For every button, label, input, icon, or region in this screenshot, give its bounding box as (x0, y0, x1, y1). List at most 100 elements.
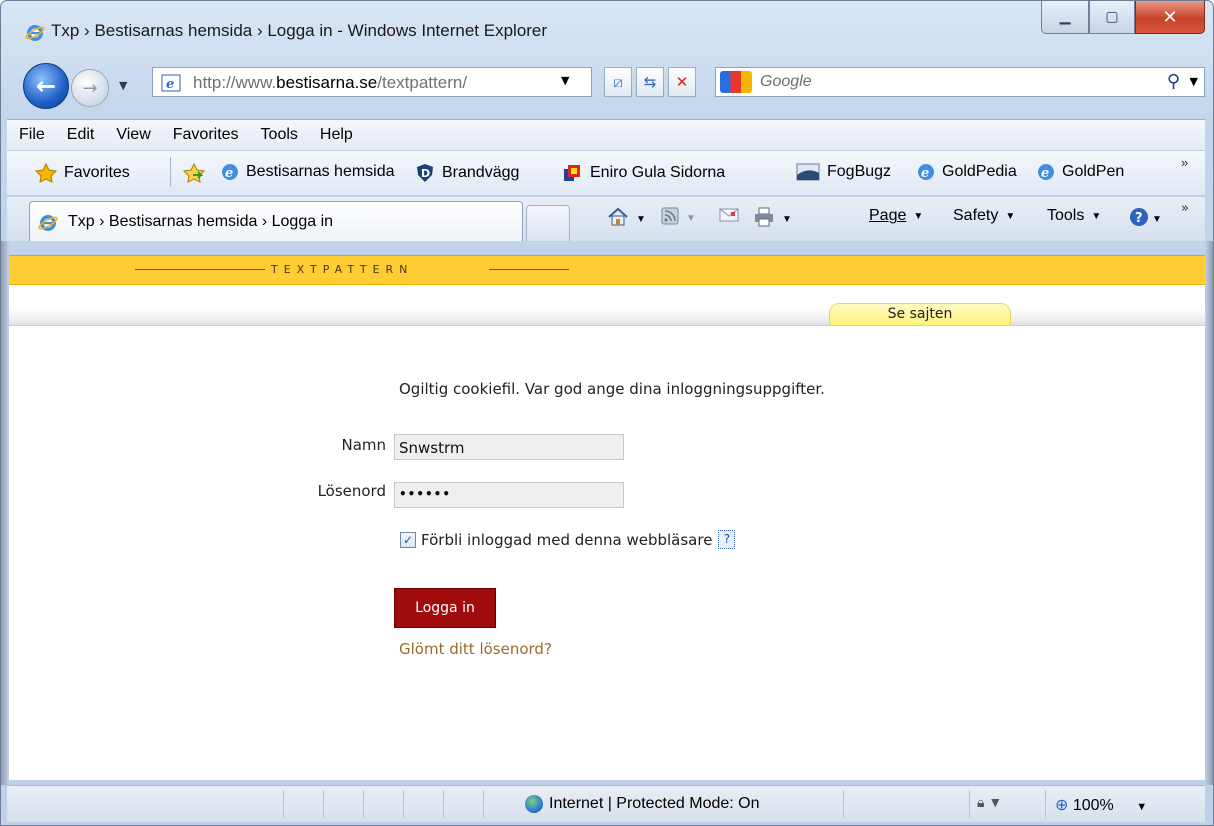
remember-me-checkbox[interactable]: ✓ (400, 531, 416, 548)
stop-button[interactable]: ✕ (668, 67, 696, 97)
status-divider (443, 790, 444, 818)
star-icon (35, 163, 57, 183)
new-tab-button[interactable] (526, 205, 570, 241)
svg-text:D: D (421, 167, 430, 180)
svg-text:e: e (921, 166, 929, 181)
window-title: Txp › Bestisarnas hemsida › Logga in - W… (51, 21, 548, 40)
mail-icon (719, 207, 739, 228)
back-button[interactable]: ← (23, 63, 69, 109)
minimize-button[interactable]: ▁ (1041, 1, 1089, 34)
title-bar: Txp › Bestisarnas hemsida › Logga in - W… (1, 1, 1213, 57)
login-button[interactable]: Logga in (394, 588, 496, 628)
shield-icon: D (415, 163, 435, 183)
read-mail-button[interactable] (719, 207, 739, 228)
status-divider (323, 790, 324, 818)
tools-dropdown-icon: ▼ (1091, 210, 1102, 222)
svg-text:?: ? (1135, 211, 1143, 226)
close-icon: ✕ (1162, 6, 1178, 28)
help-menu[interactable]: ? ▼ (1129, 207, 1162, 232)
search-options-dropdown[interactable]: ▼ (1190, 75, 1198, 88)
ie-page-icon: e (917, 163, 935, 181)
admin-nav-strip: Se sajten (9, 285, 1205, 326)
status-divider (969, 790, 970, 818)
fav-link-brandvagg[interactable]: D Brandvägg (415, 163, 519, 183)
tab-row: Txp › Bestisarnas hemsida › Logga in ▼ ▼… (7, 197, 1205, 241)
tab-title: Txp › Bestisarnas hemsida › Logga in (68, 213, 334, 230)
remember-me-label: Förbli inloggad med denna webbläsare (421, 530, 713, 549)
rss-feed-icon (661, 207, 679, 230)
textpattern-header: TEXTPATTERN (9, 256, 1205, 285)
navigation-bar: ← → ▼ e http://www.bestisarna.se/textpat… (1, 59, 1213, 113)
google-icon (720, 71, 752, 93)
close-window-button[interactable]: ✕ (1135, 1, 1205, 34)
fav-link-fogbugz[interactable]: FogBugz (796, 163, 891, 181)
forgot-password-link[interactable]: Glömt ditt lösenord? (399, 640, 552, 658)
remember-me-row: ✓ Förbli inloggad med denna webbläsare ? (400, 530, 736, 549)
status-bar: Internet | Protected Mode: On 🔒︎ ▼ ⊕ 100… (7, 785, 1205, 822)
fav-link-goldpedia[interactable]: e GoldPedia (917, 163, 1017, 181)
menu-help[interactable]: Help (320, 126, 353, 144)
recent-pages-dropdown[interactable]: ▼ (119, 79, 127, 92)
safety-menu[interactable]: Safety ▼ (953, 207, 1015, 225)
fav-link-eniro[interactable]: Eniro Gula Sidorna (563, 163, 725, 183)
address-dropdown[interactable]: ▼ (561, 74, 569, 87)
page-icon: e (161, 74, 181, 96)
address-bar[interactable]: e http://www.bestisarna.se/textpattern/ … (152, 67, 592, 97)
home-icon (607, 207, 629, 232)
minimize-icon: ▁ (1059, 9, 1071, 25)
password-label: Lösenord (317, 482, 386, 500)
page-dropdown-icon: ▼ (913, 210, 924, 222)
search-icon[interactable]: ⚲ (1167, 71, 1180, 92)
menu-edit[interactable]: Edit (67, 126, 95, 144)
status-divider (1045, 790, 1046, 818)
tools-menu[interactable]: Tools ▼ (1047, 207, 1101, 225)
menu-file[interactable]: File (19, 126, 45, 144)
ie-tab-icon (38, 213, 58, 237)
forward-button[interactable]: → (71, 69, 109, 107)
zoom-level[interactable]: ⊕ 100% ▼ (1055, 795, 1147, 815)
feeds-dropdown-icon[interactable]: ▼ (686, 213, 696, 224)
zoom-dropdown-icon: ▼ (1136, 801, 1148, 813)
feeds-button[interactable]: ▼ (661, 207, 696, 230)
password-field[interactable]: •••••• (394, 482, 624, 508)
view-site-tab[interactable]: Se sajten (829, 303, 1011, 325)
help-icon: ? (1129, 207, 1149, 232)
zoom-icon: ⊕ (1055, 797, 1069, 814)
print-dropdown-icon[interactable]: ▼ (782, 214, 792, 225)
add-favorite-star-icon (183, 163, 205, 183)
help-popup-link[interactable]: ? (718, 530, 736, 549)
menu-view[interactable]: View (116, 126, 150, 144)
username-field[interactable]: Snwstrm (394, 434, 624, 460)
fogbugz-icon (796, 163, 820, 181)
home-dropdown-icon[interactable]: ▼ (636, 214, 646, 225)
compatibility-view-button[interactable]: ⧄ (604, 67, 632, 97)
home-button[interactable]: ▼ (607, 207, 646, 232)
add-to-favorites-bar-button[interactable] (183, 163, 212, 183)
menu-favorites[interactable]: Favorites (173, 126, 239, 144)
fav-link-bestisarnas[interactable]: e Bestisarnas hemsida (221, 163, 395, 181)
security-zone[interactable]: Internet | Protected Mode: On (525, 795, 760, 813)
page-menu[interactable]: Page ▼ (869, 207, 923, 225)
more-favorites-chevron-icon[interactable]: » (1181, 155, 1188, 170)
checkmark-icon: ✓ (402, 532, 414, 547)
more-commands-chevron-icon[interactable]: » (1181, 201, 1189, 216)
refresh-button[interactable]: ⇆ (636, 67, 664, 97)
svg-text:e: e (166, 77, 174, 92)
favorites-button[interactable]: Favorites (35, 163, 130, 183)
menu-tools[interactable]: Tools (261, 126, 298, 144)
search-box[interactable]: Google ⚲ ▼ (715, 67, 1205, 97)
window-frame-right (1205, 241, 1213, 785)
protected-mode-lock-icon[interactable]: 🔒︎ ▼ (977, 794, 1002, 811)
status-divider (483, 790, 484, 818)
url-text: http://www.bestisarna.se/textpattern/ (193, 73, 468, 92)
fav-link-goldpen[interactable]: e GoldPen (1037, 163, 1124, 181)
header-rule-left (135, 269, 265, 270)
back-arrow-icon: ← (35, 72, 57, 100)
active-tab[interactable]: Txp › Bestisarnas hemsida › Logga in (29, 201, 523, 241)
stop-icon: ✕ (675, 73, 689, 91)
svg-text:e: e (1041, 166, 1049, 181)
maximize-button[interactable]: ▢ (1089, 1, 1135, 34)
globe-icon (525, 795, 543, 813)
safety-dropdown-icon: ▼ (1005, 210, 1016, 222)
print-button[interactable]: ▼ (753, 207, 792, 232)
